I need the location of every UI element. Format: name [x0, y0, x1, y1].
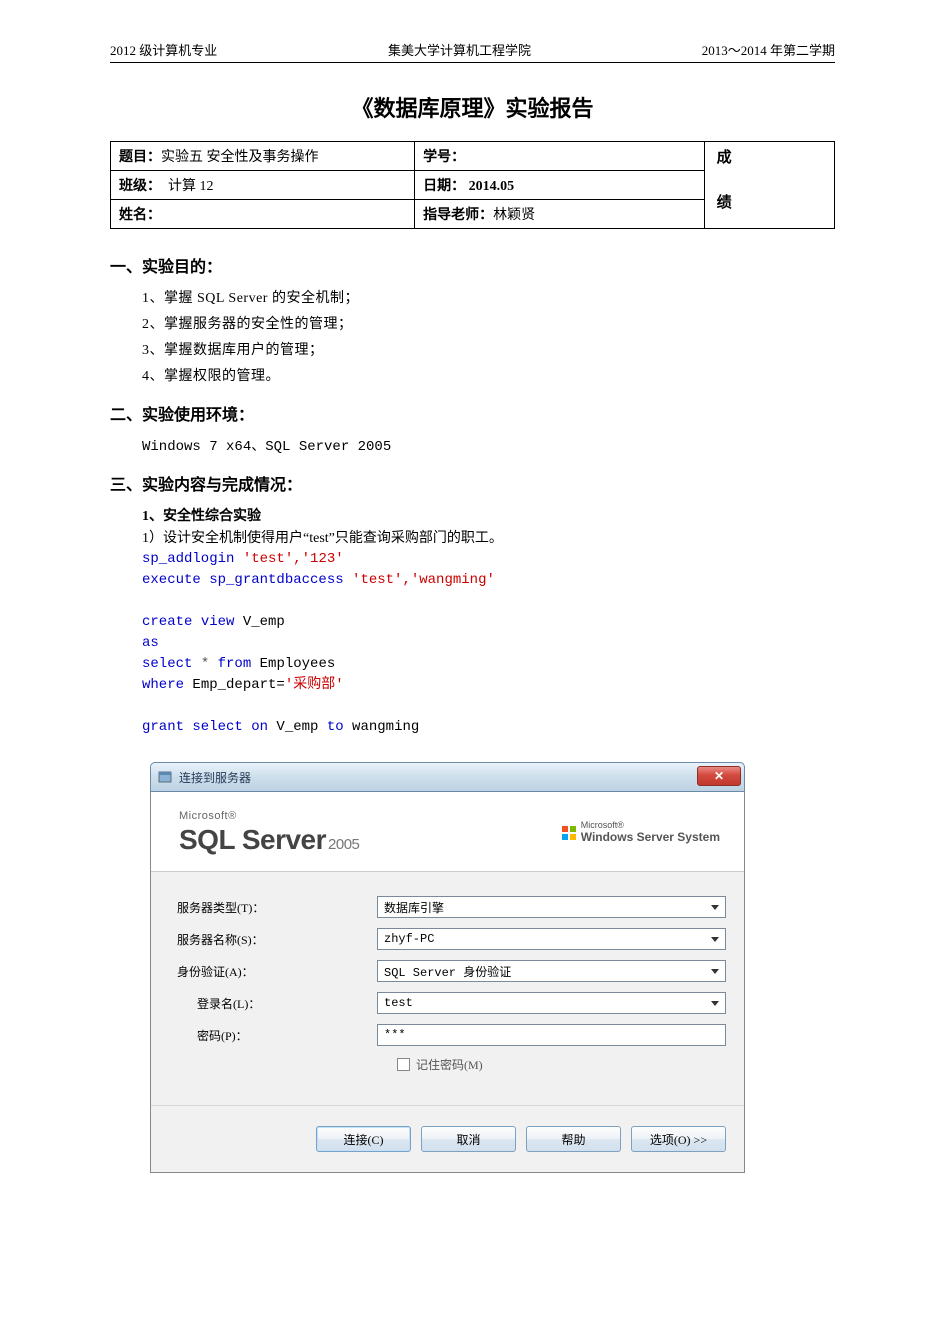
- chevron-down-icon: [711, 937, 719, 942]
- code-sym: *: [201, 656, 218, 672]
- auth-dropdown[interactable]: SQL Server 身份验证: [377, 960, 726, 982]
- date-value: 2014.05: [469, 179, 515, 194]
- chevron-down-icon: [711, 969, 719, 974]
- remember-checkbox[interactable]: [397, 1058, 410, 1071]
- dialog-body: Microsoft® SQL Server2005 Microsoft® Win…: [150, 792, 745, 1173]
- cancel-button[interactable]: 取消: [421, 1126, 516, 1152]
- server-name-value: zhyf-PC: [384, 932, 434, 946]
- code-ident: Employees: [251, 656, 335, 672]
- remember-label: 记住密码(M): [416, 1056, 483, 1073]
- code-str: 'test','123': [243, 551, 344, 567]
- topic-value: 实验五 安全性及事务操作: [161, 150, 319, 165]
- header-left: 2012 级计算机专业: [110, 40, 217, 59]
- login-label: 登录名(L)：: [197, 995, 377, 1012]
- code-kw: view: [201, 614, 235, 630]
- section-3-sub: 1、安全性综合实验: [142, 505, 835, 525]
- header-center: 集美大学计算机工程学院: [388, 40, 531, 59]
- section-1-body: 1、掌握 SQL Server 的安全机制； 2、掌握服务器的安全性的管理； 3…: [142, 287, 835, 385]
- server-name-label: 服务器名称(S)：: [177, 931, 377, 948]
- s1-item-1: 1、掌握 SQL Server 的安全机制；: [142, 287, 835, 307]
- code-kw: create: [142, 614, 201, 630]
- section-1-heading: 一、实验目的：: [110, 253, 835, 277]
- server-type-value: 数据库引擎: [384, 899, 444, 916]
- section-3-heading: 三、实验内容与完成情况：: [110, 471, 835, 495]
- auth-label: 身份验证(A)：: [177, 963, 377, 980]
- section-3-task: 1）设计安全机制使得用户“test”只能查询采购部门的职工。: [142, 527, 835, 547]
- windows-flag-icon: [561, 825, 577, 841]
- row-auth: 身份验证(A)： SQL Server 身份验证: [177, 960, 726, 982]
- topic-label: 题目：: [119, 150, 161, 165]
- s1-item-2: 2、掌握服务器的安全性的管理；: [142, 313, 835, 333]
- code-ident: wangming: [344, 719, 420, 735]
- code-ident: V_emp: [268, 719, 327, 735]
- chevron-down-icon: [711, 1001, 719, 1006]
- server-name-dropdown[interactable]: zhyf-PC: [377, 928, 726, 950]
- code-kw: where: [142, 677, 184, 693]
- document-page: 2012 级计算机专业 集美大学计算机工程学院 2013～2014 年第二学期 …: [0, 0, 945, 1223]
- grade-bottom: 绩: [717, 191, 826, 212]
- connect-dialog: 连接到服务器 ✕ Microsoft® SQL Server2005 Micro…: [150, 762, 745, 1173]
- login-dropdown[interactable]: test: [377, 992, 726, 1014]
- teacher-label: 指导老师：: [423, 208, 493, 223]
- row-server-type: 服务器类型(T)： 数据库引擎: [177, 896, 726, 918]
- button-row: 连接(C) 取消 帮助 选项(O) >>: [151, 1105, 744, 1160]
- code-kw: as: [142, 635, 159, 651]
- grade-top: 成: [717, 146, 826, 167]
- header-right: 2013～2014 年第二学期: [702, 40, 835, 59]
- code-kw: from: [218, 656, 252, 672]
- sql-code-block: sp_addlogin 'test','123' execute sp_gran…: [142, 549, 835, 738]
- class-value: 计算 12: [168, 179, 214, 194]
- app-icon: [157, 769, 173, 785]
- s1-item-3: 3、掌握数据库用户的管理；: [142, 339, 835, 359]
- close-button[interactable]: ✕: [697, 766, 741, 786]
- form-area: 服务器类型(T)： 数据库引擎 服务器名称(S)： zhyf-PC 身份验证(A…: [151, 872, 744, 1081]
- sid-label: 学号：: [423, 150, 465, 165]
- code-ident: V_emp: [234, 614, 284, 630]
- class-label: 班级：: [119, 179, 161, 194]
- row-password: 密码(P)： ***: [177, 1024, 726, 1046]
- remember-row: 记住密码(M): [397, 1056, 726, 1073]
- windows-server-system-logo: Microsoft® Windows Server System: [561, 821, 720, 844]
- doc-title: 《数据库原理》实验报告: [110, 91, 835, 123]
- wss-microsoft: Microsoft®: [581, 821, 720, 830]
- s1-item-4: 4、掌握权限的管理。: [142, 365, 835, 385]
- code-str: 'test','wangming': [352, 572, 495, 588]
- logo-sql: SQL Server: [179, 824, 326, 855]
- code-kw: select: [142, 656, 201, 672]
- dialog-titlebar[interactable]: 连接到服务器 ✕: [150, 762, 745, 792]
- code-kw: to: [327, 719, 344, 735]
- server-type-label: 服务器类型(T)：: [177, 899, 377, 916]
- code-str: '采购部': [285, 677, 344, 693]
- help-button[interactable]: 帮助: [526, 1126, 621, 1152]
- code-kw: sp_addlogin: [142, 551, 243, 567]
- info-table: 题目：实验五 安全性及事务操作 学号： 成 绩 班级： 计算 12 日期： 20…: [110, 141, 835, 229]
- auth-value: SQL Server 身份验证: [384, 963, 511, 980]
- server-type-dropdown[interactable]: 数据库引擎: [377, 896, 726, 918]
- section-2-heading: 二、实验使用环境：: [110, 401, 835, 425]
- code-kw: execute sp_grantdbaccess: [142, 572, 352, 588]
- row-server-name: 服务器名称(S)： zhyf-PC: [177, 928, 726, 950]
- sql-server-logo: Microsoft® SQL Server2005: [179, 810, 359, 856]
- login-value: test: [384, 996, 413, 1010]
- dialog-banner: Microsoft® SQL Server2005 Microsoft® Win…: [151, 792, 744, 872]
- connect-button[interactable]: 连接(C): [316, 1126, 411, 1152]
- date-label: 日期：: [423, 179, 465, 194]
- environment-text: Windows 7 x64、SQL Server 2005: [142, 435, 835, 455]
- pwd-value: ***: [384, 1028, 406, 1042]
- password-input[interactable]: ***: [377, 1024, 726, 1046]
- teacher-value: 林颖贤: [493, 208, 535, 223]
- code-ident: Emp_depart=: [184, 677, 285, 693]
- code-kw: grant select on: [142, 719, 268, 735]
- options-button[interactable]: 选项(O) >>: [631, 1126, 726, 1152]
- pwd-label: 密码(P)：: [197, 1027, 377, 1044]
- dialog-title-text: 连接到服务器: [179, 769, 251, 786]
- page-header: 2012 级计算机专业 集美大学计算机工程学院 2013～2014 年第二学期: [110, 40, 835, 63]
- row-login: 登录名(L)： test: [177, 992, 726, 1014]
- logo-microsoft: Microsoft®: [179, 810, 359, 822]
- wss-text: Windows Server System: [581, 830, 720, 844]
- name-label: 姓名：: [119, 208, 161, 223]
- chevron-down-icon: [711, 905, 719, 910]
- logo-year: 2005: [328, 836, 359, 853]
